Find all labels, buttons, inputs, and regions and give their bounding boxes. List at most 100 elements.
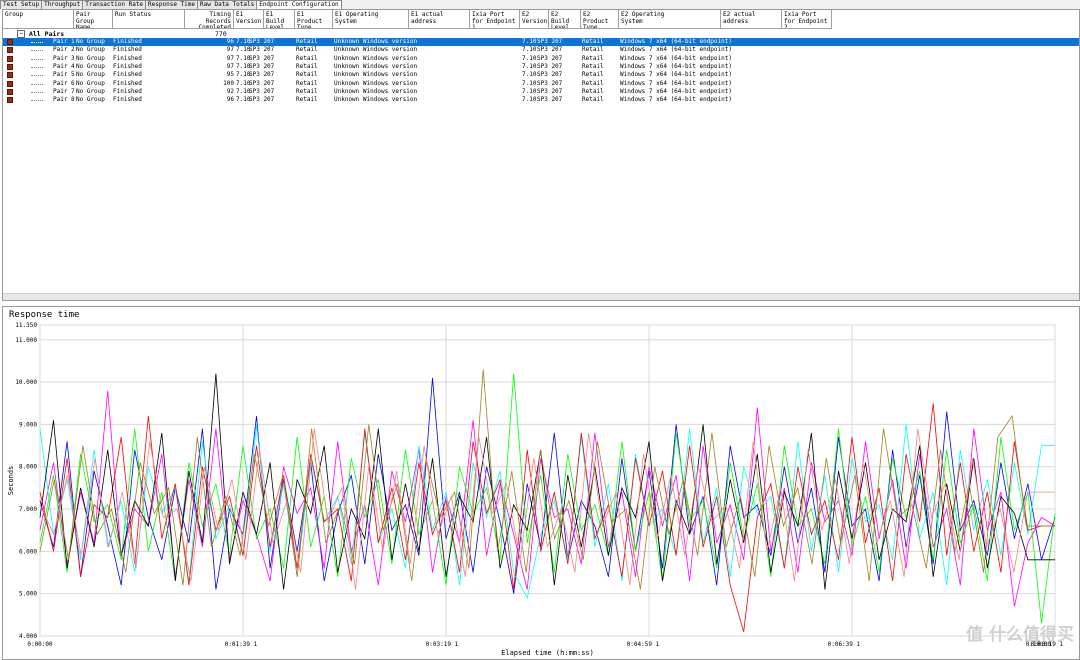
cell-group: No Group xyxy=(76,54,105,62)
cell-e2build: SP3 207 xyxy=(537,96,563,104)
y-tick-label: 6.000 xyxy=(19,548,37,555)
cell-e1os: Unknown Windows version xyxy=(334,71,418,79)
column-header[interactable]: E1 Build Level xyxy=(264,10,295,29)
tree-line xyxy=(31,100,43,102)
group-total-records: 770 xyxy=(215,30,227,38)
y-tick-label: 11.350 xyxy=(15,322,37,329)
cell-e1os: Unknown Windows version xyxy=(334,87,418,95)
table-row[interactable]: Pair 3 No Group Finished 7.10 SP3 207 Retail U… xyxy=(3,55,1079,63)
cell-e2type: Retail xyxy=(582,87,604,95)
cell-e2ver: 7.10 xyxy=(522,62,537,70)
cell-e1build: SP3 207 xyxy=(249,62,275,70)
pair-status-icon xyxy=(7,39,13,45)
pair-status-icon xyxy=(7,55,13,62)
cell-group: No Group xyxy=(76,62,105,70)
y-tick-label: 11.000 xyxy=(15,337,37,344)
grid-header: Group Pair Group Name Run Status Timing Reco… xyxy=(3,10,1079,29)
cell-status: Finished xyxy=(113,96,142,104)
cell-e1build: SP3 207 xyxy=(249,38,275,45)
cell-e2ver: 7.10 xyxy=(522,79,537,87)
table-row[interactable]: Pair 1 No Group Finished 7.10 SP3 207 Retail U… xyxy=(3,38,1079,46)
response-time-chart-panel: Response time 4.000 5.000 6.000 7.000 8.000 9… xyxy=(2,306,1080,660)
group-row-all-pairs[interactable]: − All Pairs 770 xyxy=(3,30,1079,38)
tab-response-time[interactable]: Response Time xyxy=(145,0,199,9)
table-row[interactable]: Pair 6 No Group Finished 7.10 SP3 207 Retail U… xyxy=(3,80,1079,88)
table-row[interactable]: Pair 4 No Group Finished 7.10 SP3 207 Retail U… xyxy=(3,63,1079,71)
column-header[interactable]: E2 Version xyxy=(520,10,549,29)
column-header-line2: E1 actual address xyxy=(411,11,444,25)
plot-area xyxy=(39,324,1056,637)
column-header-line2: Version xyxy=(236,17,262,25)
cell-e1build: SP3 207 xyxy=(249,46,275,54)
cell-e1build: SP3 207 xyxy=(249,71,275,79)
tab-throughput[interactable]: Throughput xyxy=(41,0,84,9)
cell-e2type: Retail xyxy=(582,79,604,87)
cell-group: No Group xyxy=(76,38,105,45)
x-tick-label: 0:06:39 1 xyxy=(828,641,861,648)
column-header[interactable]: E1 Operating System xyxy=(333,10,409,29)
column-header[interactable]: Group xyxy=(3,10,74,29)
cell-records: 92 xyxy=(226,87,234,95)
x-tick-label: 0:01:39 1 xyxy=(225,641,258,648)
column-header[interactable]: Timing Records Completed xyxy=(185,10,234,29)
cell-e2ver: 7.10 xyxy=(522,96,537,104)
cell-e2os: Windows 7 x64 (64-bit endpoint) xyxy=(620,46,732,54)
table-row[interactable]: Pair 2 No Group Finished 7.10 SP3 207 Retail U… xyxy=(3,46,1079,54)
column-header[interactable]: E2 actual address xyxy=(721,10,782,29)
cell-pair: Pair 7 xyxy=(53,87,75,95)
table-row[interactable]: Pair 7 No Group Finished 7.10 SP3 207 Retail U… xyxy=(3,88,1079,96)
cell-e1type: Retail xyxy=(296,71,318,79)
cell-e2type: Retail xyxy=(582,38,604,45)
y-tick-label: 4.000 xyxy=(19,633,37,640)
response-time-chart: 4.000 5.000 6.000 7.000 8.000 9.000 10.000 11.0… xyxy=(7,322,1064,657)
cell-e2ver: 7.10 xyxy=(522,46,537,54)
cell-e2os: Windows 7 x64 (64-bit endpoint) xyxy=(620,62,732,70)
cell-e2build: SP3 207 xyxy=(537,38,563,45)
cell-e1type: Retail xyxy=(296,54,318,62)
table-row[interactable]: Pair 5 No Group Finished 7.10 SP3 207 Retail U… xyxy=(3,71,1079,79)
cell-records: 95 xyxy=(226,71,234,79)
cell-pair: Pair 8 xyxy=(53,96,75,104)
column-header-line2: Name xyxy=(76,24,91,29)
cell-pair: Pair 5 xyxy=(53,71,75,79)
watermark-logo: 值 什么值得买 xyxy=(966,625,1074,645)
tab-transaction-rate[interactable]: Transaction Rate xyxy=(82,0,147,9)
column-header[interactable]: E1 Product Type xyxy=(295,10,333,29)
cell-e1type: Retail xyxy=(296,79,318,87)
grid-horizontal-scrollbar[interactable] xyxy=(3,293,1079,300)
cell-records: 96 xyxy=(226,96,234,104)
cell-e2build: SP3 207 xyxy=(537,79,563,87)
cell-status: Finished xyxy=(113,54,142,62)
column-header[interactable]: Ixia Port for Endpoint 1 xyxy=(470,10,520,29)
column-header[interactable]: E2 Build Level xyxy=(549,10,581,29)
column-header-line2: System xyxy=(335,17,357,25)
cell-e1type: Retail xyxy=(296,96,318,104)
column-header[interactable]: Pair Group Name xyxy=(74,10,113,29)
tab-test-setup[interactable]: Test Setup xyxy=(0,0,43,9)
column-header-line2: Completed xyxy=(198,24,231,29)
collapse-toggle[interactable]: − xyxy=(17,30,25,38)
cell-group: No Group xyxy=(76,79,105,87)
column-header[interactable]: Run Status xyxy=(113,10,185,29)
cell-group: No Group xyxy=(76,46,105,54)
cell-e2os: Windows 7 x64 (64-bit endpoint) xyxy=(620,54,732,62)
cell-status: Finished xyxy=(113,62,142,70)
column-header[interactable]: Ixia Port for Endpoint 2 xyxy=(782,10,832,29)
column-header-line2: for Endpoint 2 xyxy=(784,17,828,29)
tab-raw-data-totals[interactable]: Raw Data Totals xyxy=(197,0,258,9)
column-header[interactable]: E2 Product Type xyxy=(581,10,619,29)
cell-group: No Group xyxy=(76,96,105,104)
cell-e2os: Windows 7 x64 (64-bit endpoint) xyxy=(620,71,732,79)
cell-e1type: Retail xyxy=(296,46,318,54)
cell-e2type: Retail xyxy=(582,54,604,62)
cell-pair: Pair 6 xyxy=(53,79,75,87)
column-header[interactable]: E1 actual address xyxy=(409,10,470,29)
column-header[interactable]: E2 Operating System xyxy=(619,10,721,29)
cell-records: 97 xyxy=(226,62,234,70)
tree-line xyxy=(31,66,43,68)
column-header-line2: Type xyxy=(297,24,312,29)
column-header[interactable]: E1 Version xyxy=(234,10,264,29)
tree-line xyxy=(31,50,43,52)
cell-pair: Pair 1 xyxy=(53,38,75,45)
table-row[interactable]: Pair 8 No Group Finished 7.10 SP3 207 Retail U… xyxy=(3,96,1079,104)
